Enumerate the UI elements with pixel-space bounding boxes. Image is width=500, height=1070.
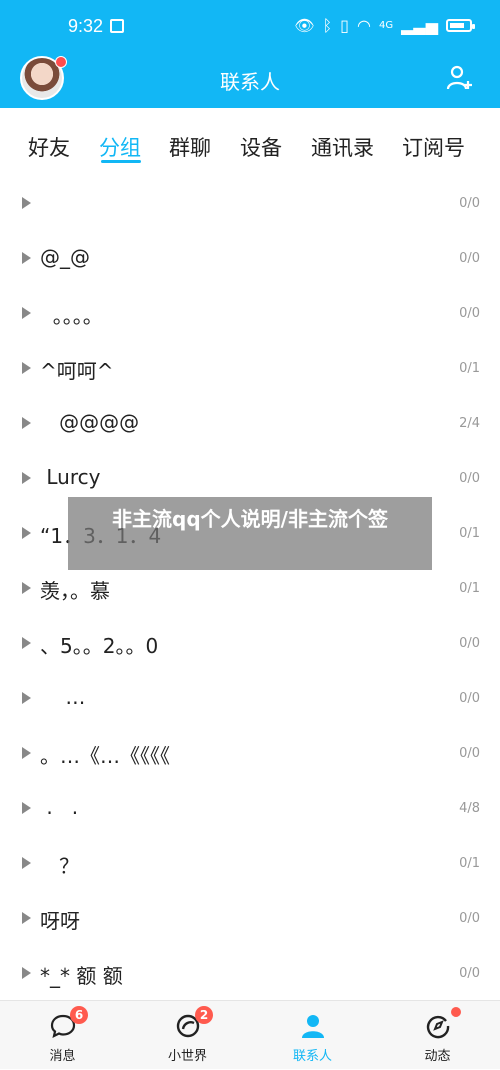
tab-devices[interactable]: 设备 [240,132,282,162]
expand-arrow-icon [22,967,31,979]
bottom-nav: 6 消息 2 小世界 联系人 动态 [0,1000,500,1069]
group-name: ？ [40,854,80,878]
group-row[interactable]: 呀呀 0/0 [0,893,500,948]
group-name: 、5。。2。。0 [40,634,159,658]
expand-arrow-icon [22,362,31,374]
expand-arrow-icon [22,802,31,814]
tab-bar: 好友 分组 群聊 设备 通讯录 订阅号 [0,108,500,178]
group-count: 0/0 [459,251,480,266]
feed-icon [426,1015,450,1039]
group-row[interactable]: 。。。。 0/0 [0,288,500,343]
status-icons: 👁 ᛒ ▯ ◠ 4G ▂▃▅ [294,16,475,35]
nav-feed[interactable]: 动态 [375,1001,500,1070]
expand-arrow-icon [22,692,31,704]
group-name: 呀呀 [40,909,80,933]
status-bar: 9:32 👁 ᛒ ▯ ◠ 4G ▂▃▅ [0,0,500,54]
group-count: 0/0 [459,196,480,211]
vibrate-icon: ▯ [340,16,349,35]
expand-arrow-icon [22,747,31,759]
group-name: . . [40,795,79,819]
group-row[interactable]: 。…《…《《《《 0/0 [0,728,500,783]
bluetooth-icon: ᛒ [322,16,333,35]
group-count: 0/0 [459,911,480,926]
feed-notification-dot [451,1007,461,1017]
caption-overlay: 非主流qq个人说明/非主流个签 [68,497,432,570]
expand-arrow-icon [22,912,31,924]
group-name: 羡，。慕 [40,579,110,603]
group-name: 。。。。 [40,304,103,328]
eye-icon: 👁 [294,16,315,35]
group-count: 0/0 [459,746,480,761]
group-row[interactable]: 羡，。慕 0/1 [0,563,500,618]
tab-friends[interactable]: 好友 [28,132,70,162]
expand-arrow-icon [22,527,31,539]
expand-arrow-icon [22,197,31,209]
nav-label: 消息 [49,1049,76,1064]
group-count: 0/0 [459,471,480,486]
signal-icon: ▂▃▅ [401,16,438,35]
add-contact-icon[interactable] [446,64,474,92]
group-count: 0/0 [459,966,480,981]
group-count: 0/0 [459,691,480,706]
expand-arrow-icon [22,582,31,594]
group-name: … [40,685,86,709]
tab-group-chats[interactable]: 群聊 [169,132,211,162]
expand-arrow-icon [22,417,31,429]
group-row[interactable]: ^呵呵^ 0/1 [0,343,500,398]
small-world-badge: 2 [195,1006,213,1024]
tab-groups[interactable]: 分组 [99,132,141,162]
group-count: 0/1 [459,581,480,596]
nav-small-world[interactable]: 2 小世界 [125,1001,250,1070]
group-name: @@@@ [40,410,140,434]
group-count: 0/1 [459,361,480,376]
group-row[interactable]: @@@@ 2/4 [0,398,500,453]
expand-arrow-icon [22,857,31,869]
group-row[interactable]: @_@ 0/0 [0,233,500,288]
contacts-icon [302,1015,324,1038]
group-name: ^呵呵^ [40,359,114,383]
group-count: 0/1 [459,856,480,871]
group-row[interactable]: 0/0 [0,178,500,233]
tab-address-book[interactable]: 通讯录 [311,132,374,162]
active-tab-indicator [101,160,141,163]
expand-arrow-icon [22,252,31,264]
group-row[interactable]: . . 4/8 [0,783,500,838]
expand-arrow-icon [22,637,31,649]
group-count: 2/4 [459,416,480,431]
wifi-icon: ◠ [356,16,371,35]
page-title: 联系人 [220,70,280,94]
group-row[interactable]: 、5。。2。。0 0/0 [0,618,500,673]
expand-arrow-icon [22,472,31,484]
nav-label: 联系人 [292,1049,332,1064]
expand-arrow-icon [22,307,31,319]
status-time: 9:32 [68,16,104,36]
top-bar: 9:32 👁 ᛒ ▯ ◠ 4G ▂▃▅ 联系人 [0,0,500,108]
group-name: *_* 额 额 [40,964,123,988]
group-row[interactable]: … 0/0 [0,673,500,728]
group-row[interactable]: *_* 额 额 0/0 [0,948,500,1003]
group-count: 0/0 [459,306,480,321]
notification-icon [110,19,124,33]
group-name: @_@ [40,245,90,269]
group-row[interactable]: ？ 0/1 [0,838,500,893]
group-name: 。…《…《《《《 [40,744,170,768]
nav-contacts[interactable]: 联系人 [250,1001,375,1070]
group-count: 0/1 [459,526,480,541]
nav-label: 小世界 [167,1049,207,1064]
network-type: 4G [378,20,394,31]
group-name: Lurcy [40,465,101,489]
tab-subscriptions[interactable]: 订阅号 [402,132,465,162]
battery-icon [446,19,475,32]
group-count: 4/8 [459,801,480,816]
nav-label: 动态 [424,1049,451,1064]
group-count: 0/0 [459,636,480,651]
nav-messages[interactable]: 6 消息 [0,1001,125,1070]
messages-badge: 6 [70,1006,88,1024]
